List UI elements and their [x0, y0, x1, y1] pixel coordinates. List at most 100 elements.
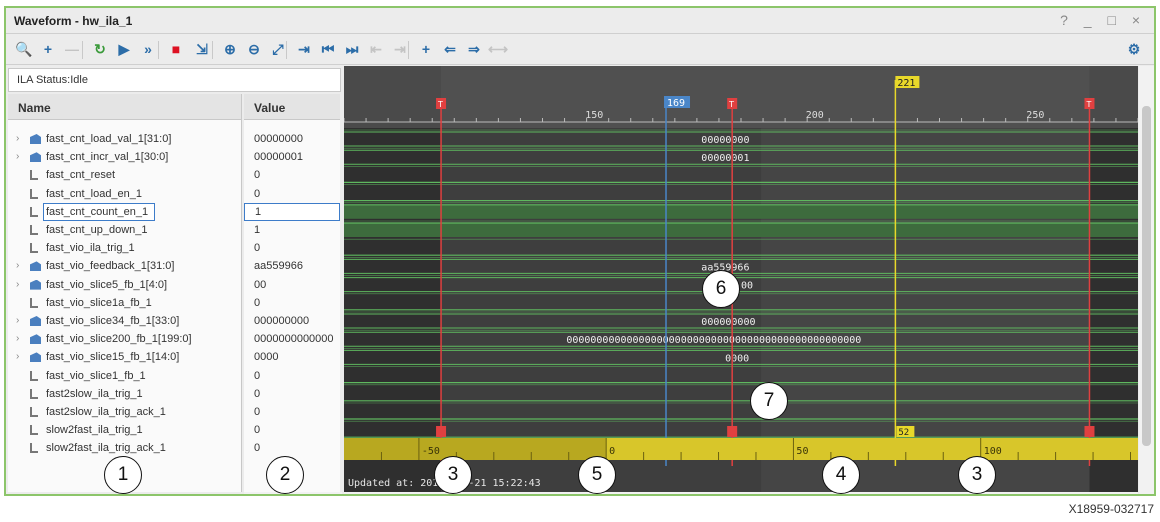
signal-row[interactable]: › fast_cnt_incr_val_1[30:0]	[8, 148, 241, 166]
signal-name: fast_vio_feedback_1[31:0]	[46, 260, 175, 273]
export-button[interactable]: ⇲	[192, 39, 212, 59]
add-button[interactable]: +	[38, 39, 58, 59]
callout-number: 7	[750, 382, 788, 420]
signal-value[interactable]: 0	[244, 367, 340, 385]
signal-value[interactable]: 0	[244, 439, 340, 457]
bus-signal-icon	[30, 316, 41, 326]
signal-value[interactable]: 0000000000000	[244, 330, 340, 348]
signal-value[interactable]: aa559966	[244, 257, 340, 275]
signal-value[interactable]: 1	[244, 221, 340, 239]
stop-button[interactable]: ■	[166, 39, 186, 59]
window-marker-label: 52	[898, 428, 909, 438]
signal-value[interactable]: 0	[244, 239, 340, 257]
bit-signal-icon	[30, 225, 38, 235]
signal-value[interactable]: 0000	[244, 348, 340, 366]
ruler-tick-label: 150	[585, 110, 603, 121]
signal-value[interactable]: 0	[244, 185, 340, 203]
waveform-horizontal-scrollbar[interactable]	[344, 492, 1138, 496]
expand-chevron-icon[interactable]: ›	[16, 148, 19, 166]
add-marker-button[interactable]: +	[416, 39, 436, 59]
run-trigger-button[interactable]: ▶	[114, 39, 134, 59]
signal-value[interactable]: 1	[244, 202, 340, 221]
run-trigger-immediate-button[interactable]: ↻	[90, 39, 110, 59]
waveform-panel[interactable]: 150 200 250 00000000 00000001 aa559966 00 00000…	[344, 66, 1138, 494]
vertical-scroll-thumb[interactable]	[1142, 106, 1151, 446]
goto-last-time-icon: ⏭	[345, 41, 359, 57]
signal-name: fast_vio_slice1_fb_1	[46, 369, 146, 382]
signal-value[interactable]: 0	[244, 403, 340, 421]
expand-chevron-icon[interactable]: ›	[16, 348, 19, 366]
bit-signal-icon	[30, 388, 38, 399]
zoom-search-button[interactable]: 🔍	[14, 39, 34, 59]
expand-chevron-icon[interactable]: ›	[16, 330, 19, 348]
window-tick-label: 0	[609, 446, 615, 457]
value-column-header[interactable]: Value	[244, 94, 340, 120]
signal-row[interactable]: › fast_cnt_load_val_1[31:0]	[8, 130, 241, 148]
window-controls[interactable]: ? _ □ ×	[1060, 12, 1146, 28]
signal-row[interactable]: fast_vio_ila_trig_1	[8, 239, 241, 257]
zoom-fit-button[interactable]: ⤢	[268, 39, 288, 59]
signal-row[interactable]: fast2slow_ila_trig_1	[8, 385, 241, 403]
next-transition-button[interactable]: ⇥	[390, 39, 410, 59]
signal-row[interactable]: › fast_vio_slice200_fb_1[199:0]	[8, 330, 241, 348]
signal-value[interactable]: 00000001	[244, 148, 340, 166]
signal-name: fast_cnt_load_val_1[31:0]	[46, 133, 172, 145]
goto-time-zero-icon: ⏮	[321, 41, 335, 57]
swap-cursors-button[interactable]: ⟷	[488, 39, 508, 59]
settings-gear-button[interactable]: ⚙	[1124, 39, 1144, 59]
signal-row[interactable]: slow2fast_ila_trig_ack_1	[8, 439, 241, 457]
bus-signal-icon	[30, 352, 41, 363]
signal-value[interactable]: 0	[244, 294, 340, 312]
remove-icon: —	[65, 41, 79, 57]
goto-cursor-button[interactable]: ⇥	[294, 39, 314, 59]
signal-row[interactable]: fast_cnt_up_down_1	[8, 221, 241, 239]
bit-wave-high	[344, 223, 1138, 237]
pre-trigger-window	[344, 438, 607, 460]
bit-signal-icon	[30, 188, 38, 199]
goto-last-time-button[interactable]: ⏭	[342, 39, 362, 59]
bit-wave-high	[344, 204, 1138, 219]
run-continuous-icon: »	[144, 41, 152, 57]
signal-row[interactable]: fast_cnt_count_en_1	[8, 202, 241, 221]
run-continuous-button[interactable]: »	[138, 39, 158, 59]
trigger-flag-bottom	[436, 426, 447, 437]
bus-signal-icon	[30, 134, 41, 144]
signal-row[interactable]: fast_cnt_reset	[8, 166, 241, 184]
signal-row[interactable]: fast2slow_ila_trig_ack_1	[8, 403, 241, 421]
signal-row[interactable]: slow2fast_ila_trig_1	[8, 421, 241, 439]
signal-row[interactable]: › fast_vio_slice5_fb_1[4:0]	[8, 276, 241, 294]
remove-button[interactable]: —	[62, 39, 82, 59]
zoom-fit-icon: ⤢	[272, 41, 284, 57]
goto-time-zero-button[interactable]: ⏮	[318, 39, 338, 59]
next-marker-button[interactable]: ⇒	[464, 39, 484, 59]
next-transition-icon: ⇥	[394, 41, 406, 57]
signal-value[interactable]: 0	[244, 385, 340, 403]
signal-value[interactable]: 00	[244, 276, 340, 294]
name-column-header[interactable]: Name	[8, 94, 241, 120]
expand-chevron-icon[interactable]: ›	[16, 257, 19, 275]
zoom-out-button[interactable]: ⊖	[244, 39, 264, 59]
previous-marker-button[interactable]: ⇐	[440, 39, 460, 59]
signal-row[interactable]: fast_vio_slice1_fb_1	[8, 367, 241, 385]
signal-row[interactable]: › fast_vio_slice15_fb_1[14:0]	[8, 348, 241, 366]
signal-value[interactable]: 000000000	[244, 312, 340, 330]
signal-value[interactable]: 0	[244, 421, 340, 439]
expand-chevron-icon[interactable]: ›	[16, 312, 19, 330]
trigger-flag-bottom	[1084, 426, 1095, 437]
expand-chevron-icon[interactable]: ›	[16, 276, 19, 294]
expand-chevron-icon[interactable]: ›	[16, 130, 19, 148]
signal-row[interactable]: fast_cnt_load_en_1	[8, 185, 241, 203]
waveform-vertical-scrollbar[interactable]	[1139, 66, 1154, 494]
signal-row[interactable]: › fast_vio_feedback_1[31:0]	[8, 257, 241, 275]
bit-signal-icon	[30, 170, 38, 181]
zoom-in-button[interactable]: ⊕	[220, 39, 240, 59]
signal-row[interactable]: › fast_vio_slice34_fb_1[33:0]	[8, 312, 241, 330]
signal-value[interactable]: 0	[244, 166, 340, 184]
trigger-glyph: T	[1085, 100, 1091, 109]
previous-marker-icon: ⇐	[444, 41, 456, 57]
waveform-canvas[interactable]: 150 200 2500000000000000001aa5599660000000…	[344, 66, 1138, 494]
signal-value[interactable]: 00000000	[244, 130, 340, 148]
value-horizontal-scrollbar[interactable]: ‹ ›	[244, 492, 342, 496]
signal-row[interactable]: fast_vio_slice1a_fb_1	[8, 294, 241, 312]
previous-transition-button[interactable]: ⇤	[366, 39, 386, 59]
